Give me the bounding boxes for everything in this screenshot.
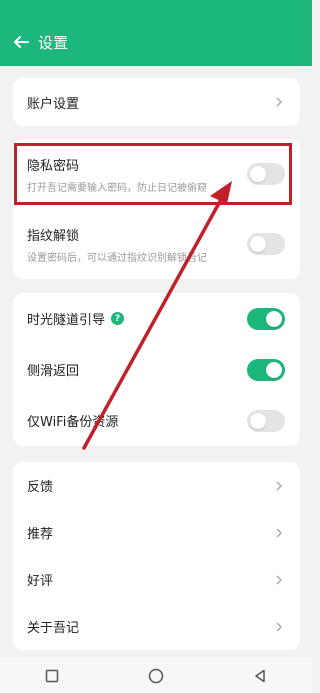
chevron-right-icon: [276, 480, 283, 491]
fingerprint-unlock-toggle[interactable]: [247, 233, 285, 255]
triangle-back-icon: [255, 669, 265, 682]
about-item[interactable]: 关于吾记: [13, 603, 300, 650]
features-card: 时光隧道引导 ? 侧滑返回 仅WiFi备份资源: [13, 293, 300, 446]
rate-item[interactable]: 好评: [13, 556, 300, 603]
time-tunnel-guide-label: 时光隧道引导: [27, 313, 106, 328]
help-icon[interactable]: ?: [111, 312, 125, 325]
more-card: 反馈 推荐 好评 关于吾记: [13, 462, 300, 650]
about-label: 关于吾记: [27, 621, 80, 636]
account-settings-label: 账户设置: [27, 96, 80, 112]
wifi-only-backup-item[interactable]: 仅WiFi备份资源: [13, 395, 300, 446]
time-tunnel-guide-item[interactable]: 时光隧道引导 ?: [13, 293, 300, 344]
toggle-knob: [266, 361, 282, 378]
wifi-only-backup-toggle[interactable]: [247, 409, 285, 432]
home-button[interactable]: [136, 658, 176, 693]
recents-button[interactable]: [32, 658, 72, 693]
swipe-back-toggle[interactable]: [247, 358, 285, 381]
toggle-knob: [250, 412, 266, 429]
privacy-password-toggle[interactable]: [247, 163, 285, 185]
toggle-knob: [266, 310, 282, 327]
chevron-right-icon: [276, 527, 283, 538]
page-title: 设置: [38, 33, 69, 52]
fingerprint-unlock-item[interactable]: 指纹解锁 设置密码后，可以通过指纹识别解锁吾记: [13, 209, 300, 279]
system-nav-bar: [0, 658, 312, 693]
chevron-right-icon: [276, 574, 283, 585]
feedback-item[interactable]: 反馈: [13, 462, 300, 509]
privacy-password-desc: 打开吾记需要输入密码，防止日记被偷窥: [27, 182, 207, 194]
swipe-back-label: 侧滑返回: [27, 364, 80, 379]
circle-icon: [148, 668, 164, 683]
fingerprint-unlock-desc: 设置密码后，可以通过指纹识别解锁吾记: [27, 252, 207, 264]
account-settings-item[interactable]: 账户设置: [13, 78, 300, 126]
back-nav-button[interactable]: [240, 658, 280, 693]
chevron-right-icon: [276, 97, 283, 107]
fingerprint-unlock-label: 指纹解锁: [27, 228, 80, 244]
status-bar: [0, 0, 312, 18]
wifi-only-backup-label: 仅WiFi备份资源: [27, 415, 119, 430]
privacy-password-item[interactable]: 隐私密码 打开吾记需要输入密码，防止日记被偷窥: [13, 139, 300, 209]
time-tunnel-guide-toggle[interactable]: [247, 307, 285, 330]
rate-label: 好评: [27, 574, 54, 589]
square-icon: [45, 669, 59, 682]
arrow-left-icon: [14, 36, 29, 48]
recommend-label: 推荐: [27, 527, 54, 542]
security-card: 隐私密码 打开吾记需要输入密码，防止日记被偷窥 指纹解锁 设置密码后，可以通过指…: [13, 139, 300, 279]
app-bar: 设置: [0, 18, 312, 66]
account-card: 账户设置: [13, 78, 300, 126]
chevron-right-icon: [276, 621, 283, 632]
toggle-knob: [250, 236, 266, 252]
toggle-knob: [250, 166, 266, 182]
back-button[interactable]: [10, 31, 32, 53]
swipe-back-item[interactable]: 侧滑返回: [13, 344, 300, 395]
feedback-label: 反馈: [27, 480, 54, 495]
recommend-item[interactable]: 推荐: [13, 509, 300, 556]
privacy-password-label: 隐私密码: [27, 158, 80, 174]
